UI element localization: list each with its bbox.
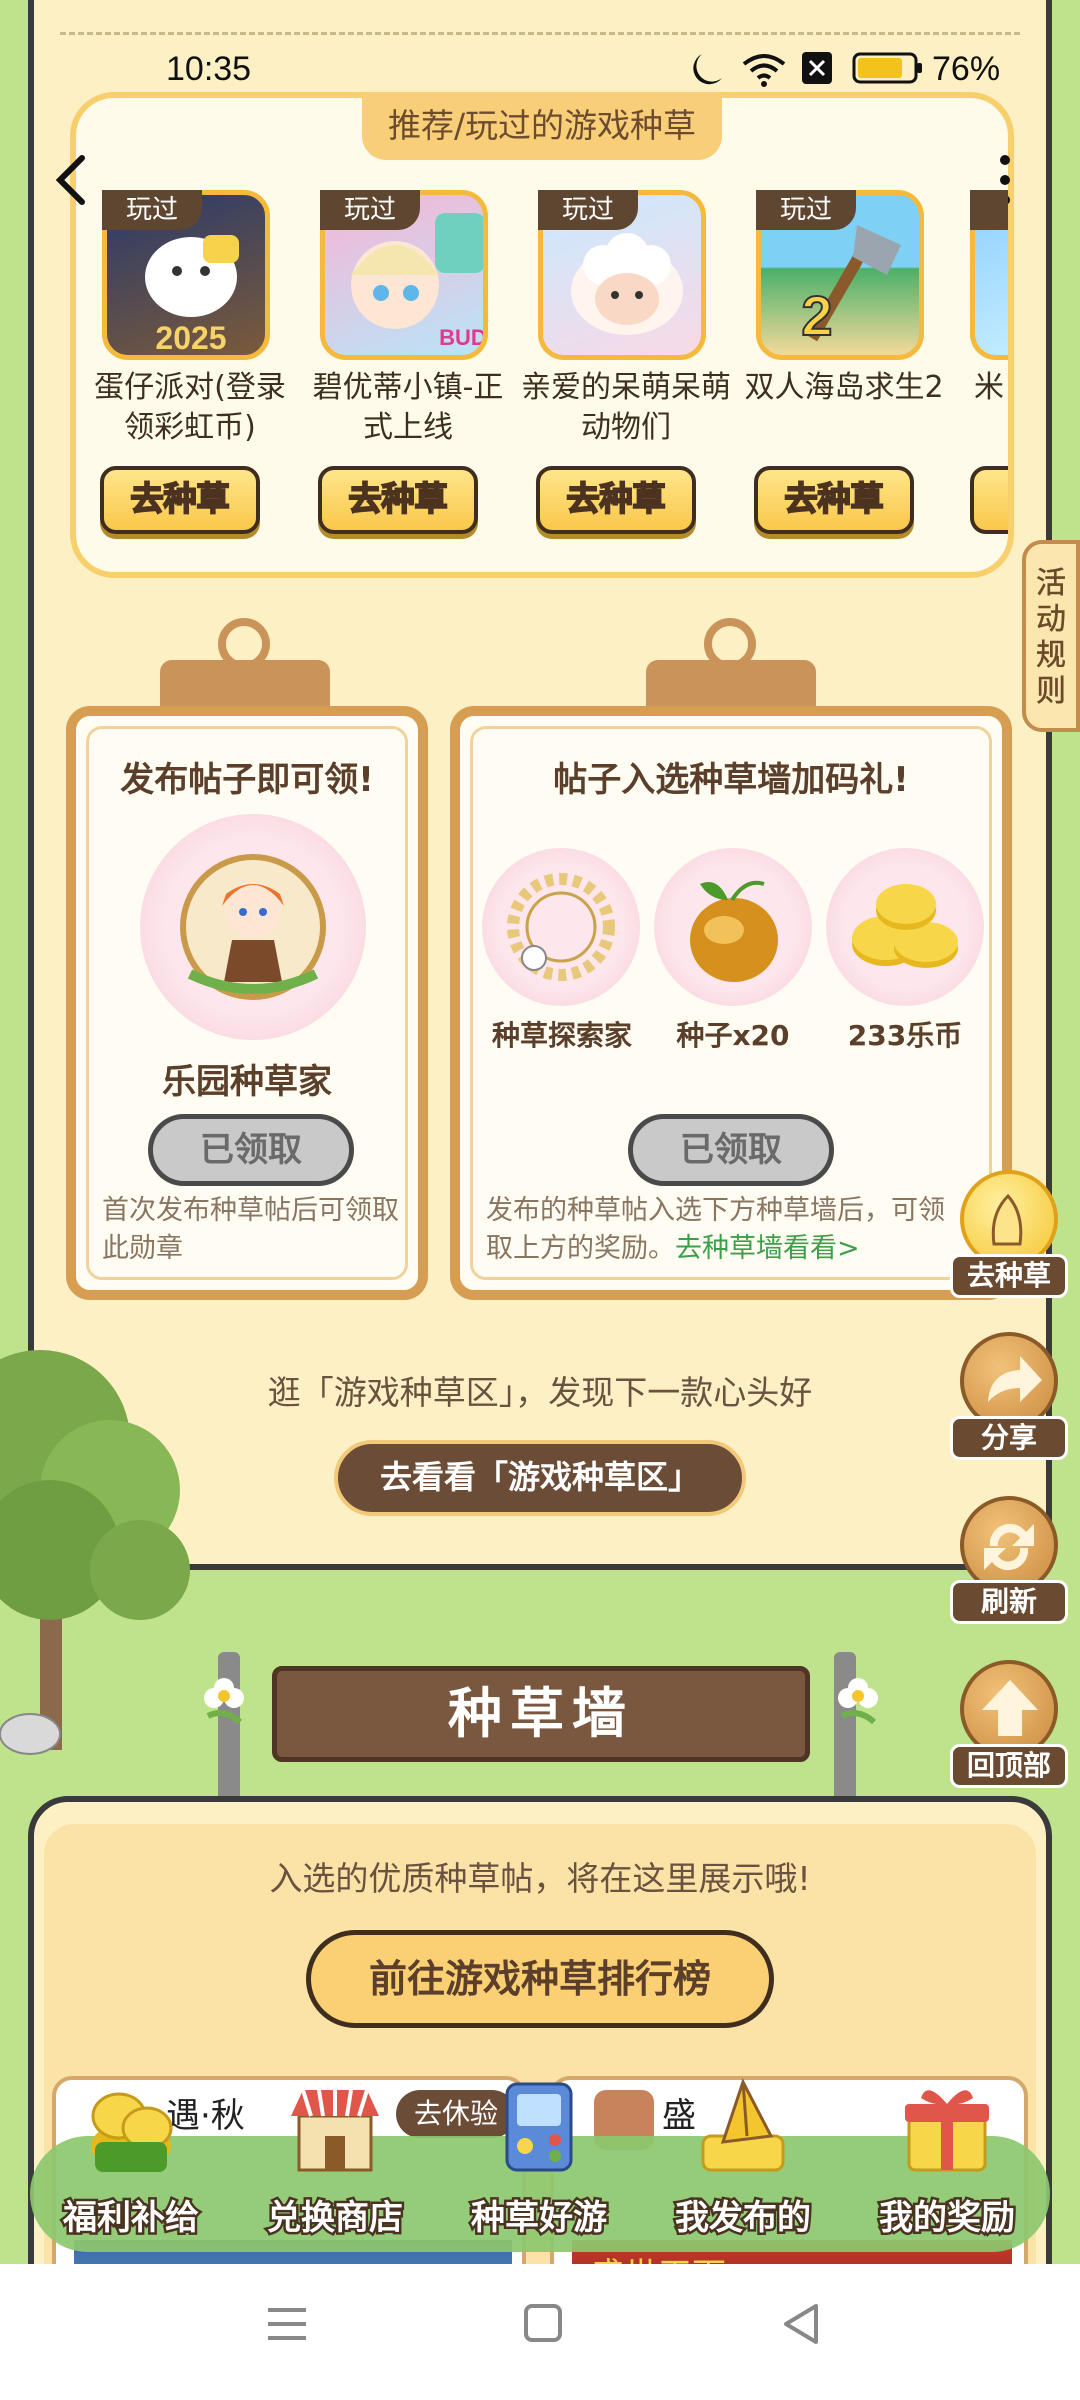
claimed-button[interactable]: 已领取 <box>148 1114 354 1186</box>
plant-grass-button[interactable]: 去种草 <box>754 466 914 534</box>
game-name: 蛋仔派对(登录领彩虹币) <box>94 370 286 445</box>
nav-welfare[interactable]: 福利补给 <box>36 2076 226 2246</box>
battery-icon <box>852 52 922 84</box>
nav-my-posts[interactable]: 我发布的 <box>648 2076 838 2246</box>
reward-card-wall: 帖子入选种草墙加码礼! 种草探索家 种子x20 233乐币 已领取 发布的种草帖… <box>450 706 1012 1300</box>
game-card-partial[interactable]: 米 <box>962 190 1008 550</box>
nav-my-rewards[interactable]: 我的奖励 <box>852 2076 1042 2246</box>
moon-icon <box>693 54 722 85</box>
game-name: 双人海岛求生2 <box>744 370 944 405</box>
svg-text:2025: 2025 <box>155 320 226 356</box>
go-to-wall-link[interactable]: 去种草墙看看> <box>675 1233 860 1264</box>
plant-grass-button[interactable]: 去种草 <box>318 466 478 534</box>
game-name: 碧优蒂小镇-正式上线 <box>312 370 504 445</box>
float-label: 回顶部 <box>950 1744 1068 1788</box>
played-tag: 玩过 <box>102 190 202 230</box>
float-label: 分享 <box>950 1416 1068 1460</box>
game-card[interactable]: BUD 玩过 碧优蒂小镇-正式上线 去种草 <box>308 190 508 550</box>
reward-note: 首次发布种草帖后可领取此勋章 <box>102 1195 399 1264</box>
wall-title-banner: 种草墙 <box>272 1666 810 1762</box>
back-button[interactable] <box>48 150 94 210</box>
explorer-badge-image <box>482 848 640 1006</box>
recommended-title: 推荐/玩过的游戏种草 <box>362 92 722 160</box>
reward-label: 种草探索家 <box>491 1019 632 1052</box>
nav-shop[interactable]: 兑换商店 <box>240 2076 430 2246</box>
explore-button[interactable]: 去看看「游戏种草区」 <box>334 1440 746 1516</box>
plant-grass-button[interactable]: 去种草 <box>536 466 696 534</box>
reward-note: 发布的种草帖入选下方种草墙后，可领取上方的奖励。去种草墙看看> <box>486 1195 945 1264</box>
paper-plane-icon <box>693 2076 793 2176</box>
flower-icon <box>196 1672 252 1732</box>
divider <box>60 32 1020 35</box>
gift-icon <box>897 2076 997 2176</box>
game-card[interactable]: 2 玩过 双人海岛求生2 去种草 <box>744 190 944 550</box>
flower-icon <box>830 1672 886 1732</box>
played-tag: 玩过 <box>538 190 638 230</box>
float-label: 去种草 <box>950 1254 1068 1298</box>
reward-card-post: 发布帖子即可领! 乐园种草家 已领取 首次发布种草帖后可领取此勋章 <box>66 706 428 1300</box>
system-back-button[interactable] <box>764 2292 838 2372</box>
wifi-icon <box>742 54 786 87</box>
float-refresh-button[interactable]: 刷新 <box>950 1496 1068 1636</box>
coin-bag-icon <box>81 2076 181 2176</box>
refresh-icon <box>984 1523 1034 1571</box>
nav-label: 福利补给 <box>61 2196 202 2241</box>
coins-image <box>826 848 984 1006</box>
seed-image <box>654 848 812 1006</box>
ranking-button[interactable]: 前往游戏种草排行榜 <box>306 1930 774 2028</box>
game-card[interactable]: 玩过 亲爱的呆萌呆萌动物们 去种草 <box>521 190 731 550</box>
badge-name: 乐园种草家 <box>162 1062 332 1102</box>
game-card[interactable]: 2025 玩过 蛋仔派对(登录领彩虹币) 去种草 <box>90 190 290 550</box>
nav-label: 兑换商店 <box>265 2196 406 2241</box>
chevron-left-icon <box>55 155 85 205</box>
nav-label: 我的奖励 <box>877 2196 1018 2241</box>
game-console-icon <box>489 2076 589 2176</box>
system-menu-button[interactable] <box>250 2292 324 2372</box>
activity-rules-label: 活动规则 <box>1036 566 1067 710</box>
reward-label: 233乐币 <box>847 1019 963 1052</box>
game-name: 米 <box>974 370 1004 405</box>
system-home-button[interactable] <box>506 2292 580 2372</box>
float-label: 刷新 <box>950 1580 1068 1624</box>
shop-icon <box>285 2076 385 2176</box>
nav-label: 我发布的 <box>673 2196 814 2241</box>
float-plant-grass-button[interactable]: 去种草 <box>950 1170 1068 1310</box>
reward-card-title: 发布帖子即可领! <box>120 760 374 800</box>
battery-percent: 76% <box>932 50 1001 88</box>
nav-label: 种草好游 <box>469 2196 610 2241</box>
arrow-up-icon <box>982 1680 1038 1736</box>
claimed-button[interactable]: 已领取 <box>628 1114 834 1186</box>
reward-card-title: 帖子入选种草墙加码礼! <box>553 760 909 800</box>
badge-image <box>140 814 366 1040</box>
game-name: 亲爱的呆萌呆萌动物们 <box>521 370 731 445</box>
status-time: 10:35 <box>166 50 252 88</box>
wall-description: 入选的优质种草帖，将在这里展示哦! <box>269 1859 811 1898</box>
nav-good-games[interactable]: 种草好游 <box>444 2076 634 2246</box>
grass-icon <box>991 1193 1023 1246</box>
svg-text:2: 2 <box>801 284 832 347</box>
reward-label: 种子x20 <box>676 1019 790 1052</box>
activity-rules-tab[interactable]: 活动规则 <box>1022 540 1080 732</box>
played-tag: 玩过 <box>320 190 420 230</box>
plant-grass-button[interactable]: 去种草 <box>100 466 260 534</box>
float-back-to-top-button[interactable]: 回顶部 <box>950 1660 1068 1800</box>
played-tag: 玩过 <box>756 190 856 230</box>
no-sim-icon <box>802 52 832 84</box>
svg-text:BUD: BUD <box>439 325 487 350</box>
